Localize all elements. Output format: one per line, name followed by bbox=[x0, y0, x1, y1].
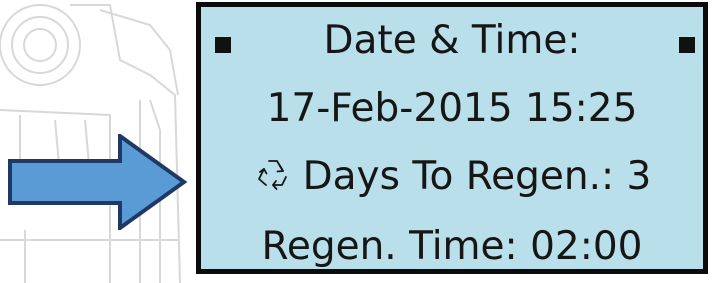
current-datetime: 17-Feb-2015 15:25 bbox=[266, 86, 638, 131]
days-to-regen-text: Days To Regen.: 3 bbox=[302, 154, 652, 199]
days-to-regen-row: Days To Regen.: 3 bbox=[201, 155, 703, 199]
arrow-right-icon bbox=[8, 134, 188, 230]
regen-time: Regen. Time: 02:00 bbox=[261, 224, 643, 269]
recycle-icon bbox=[257, 160, 287, 190]
date-time-heading: Date & Time: bbox=[323, 18, 581, 63]
lcd-display: Date & Time: 17-Feb-2015 15:25 Days To R… bbox=[196, 2, 708, 274]
